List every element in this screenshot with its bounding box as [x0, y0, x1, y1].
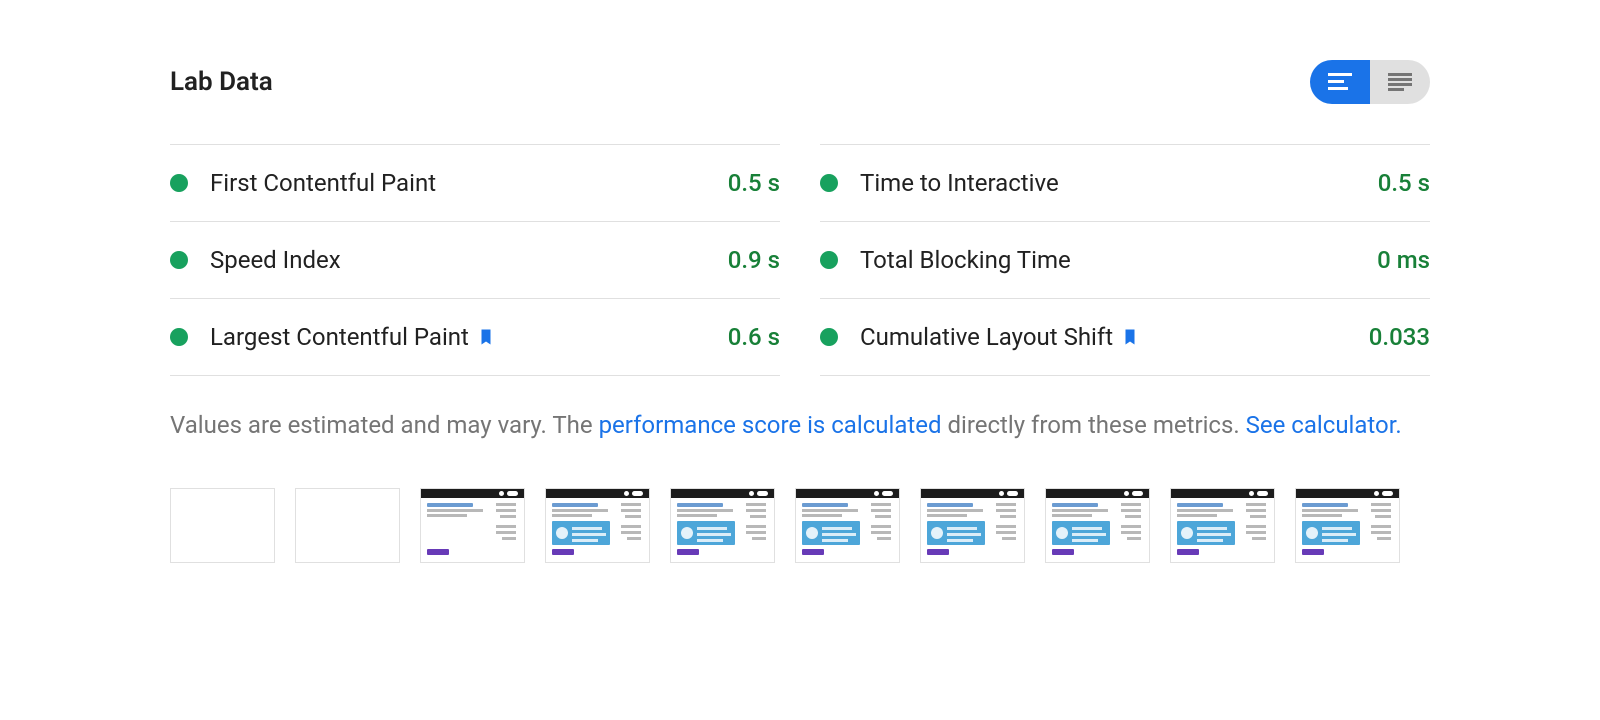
metric-label: First Contentful Paint: [210, 169, 436, 197]
filmstrip-frame[interactable]: [1045, 488, 1150, 563]
metric-label: Total Blocking Time: [860, 246, 1071, 274]
filmstrip-frame[interactable]: [295, 488, 400, 563]
section-title: Lab Data: [170, 67, 273, 97]
status-dot-pass-icon: [170, 328, 188, 346]
filmstrip-frame[interactable]: [670, 488, 775, 563]
filmstrip-frame[interactable]: [420, 488, 525, 563]
view-toggle: [1310, 60, 1430, 104]
metric-label: Speed Index: [210, 246, 341, 274]
filmstrip-frame[interactable]: [545, 488, 650, 563]
status-dot-pass-icon: [820, 251, 838, 269]
lab-data-panel: Lab Data Fir: [170, 60, 1430, 563]
filmstrip-frame[interactable]: [1295, 488, 1400, 563]
metric-value: 0 ms: [1377, 246, 1430, 274]
status-dot-pass-icon: [170, 174, 188, 192]
metric-value: 0.033: [1369, 323, 1430, 351]
filmstrip: [170, 488, 1430, 563]
filmstrip-frame[interactable]: [1170, 488, 1275, 563]
bookmark-icon: [1121, 326, 1139, 348]
disclaimer: Values are estimated and may vary. The p…: [170, 406, 1430, 444]
status-dot-pass-icon: [170, 251, 188, 269]
metric-cumulative-layout-shift[interactable]: Cumulative Layout Shift 0.033: [820, 298, 1430, 376]
metric-value: 0.6 s: [728, 323, 780, 351]
metric-value: 0.5 s: [1378, 169, 1430, 197]
status-dot-pass-icon: [820, 328, 838, 346]
metric-label: Cumulative Layout Shift: [860, 323, 1139, 351]
filmstrip-frame[interactable]: [170, 488, 275, 563]
filmstrip-frame[interactable]: [795, 488, 900, 563]
metric-value: 0.9 s: [728, 246, 780, 274]
metric-first-contentful-paint[interactable]: First Contentful Paint 0.5 s: [170, 144, 780, 221]
status-dot-pass-icon: [820, 174, 838, 192]
metric-label: Time to Interactive: [860, 169, 1059, 197]
metric-label: Largest Contentful Paint: [210, 323, 495, 351]
metric-speed-index[interactable]: Speed Index 0.9 s: [170, 221, 780, 298]
bookmark-icon: [477, 326, 495, 348]
metrics-grid: First Contentful Paint 0.5 s Time to Int…: [170, 144, 1430, 376]
metric-largest-contentful-paint[interactable]: Largest Contentful Paint 0.6 s: [170, 298, 780, 376]
performance-score-link[interactable]: performance score is calculated: [599, 411, 942, 439]
metric-time-to-interactive[interactable]: Time to Interactive 0.5 s: [820, 144, 1430, 221]
toggle-expanded[interactable]: [1370, 60, 1430, 104]
toggle-compact[interactable]: [1310, 60, 1370, 104]
paragraph-icon: [1388, 73, 1412, 91]
metric-total-blocking-time[interactable]: Total Blocking Time 0 ms: [820, 221, 1430, 298]
metric-value: 0.5 s: [728, 169, 780, 197]
header-row: Lab Data: [170, 60, 1430, 104]
short-text-icon: [1328, 73, 1352, 91]
see-calculator-link[interactable]: See calculator.: [1246, 411, 1402, 439]
filmstrip-frame[interactable]: [920, 488, 1025, 563]
